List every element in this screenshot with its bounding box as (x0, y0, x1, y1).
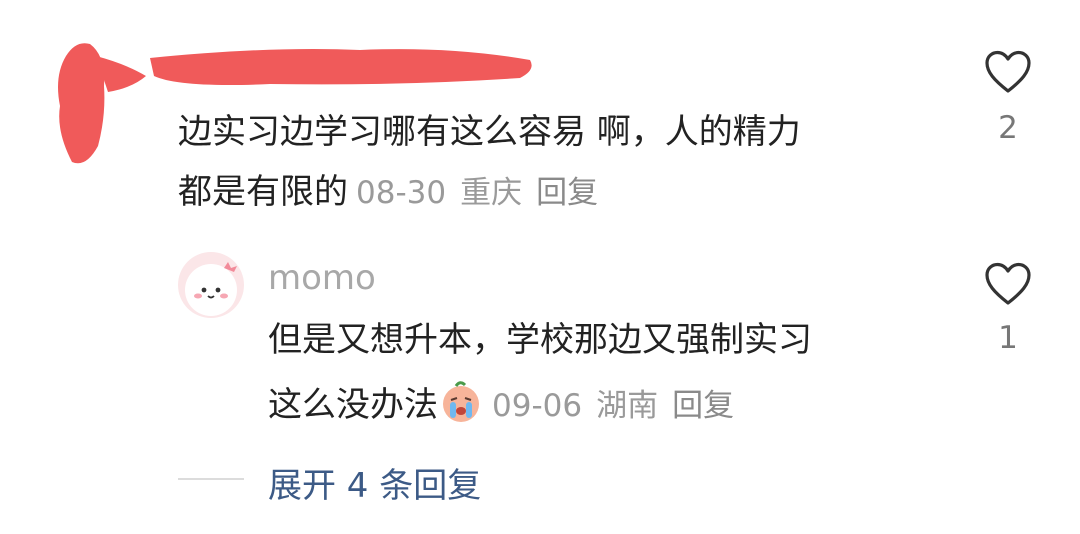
avatar-image (185, 262, 237, 316)
comment-text-line2: 都是有限的 (178, 172, 348, 212)
reply-text-line2-row: 这么没办法 09-06 湖南 回复 (268, 380, 734, 428)
reply-date: 09-06 (492, 388, 583, 424)
redacted-avatar (58, 43, 146, 164)
reply-like-count: 1 (998, 320, 1018, 356)
reply-text-line1: 但是又想升本，学校那边又强制实习 (268, 320, 812, 360)
reply-text-line2: 这么没办法 (268, 385, 438, 425)
divider (178, 478, 244, 480)
reply-location: 湖南 (596, 388, 659, 424)
comment-location: 重庆 (460, 175, 523, 211)
heart-icon[interactable] (984, 262, 1032, 306)
reply-reply-button[interactable]: 回复 (672, 388, 734, 424)
expand-replies-button[interactable]: 展开 4 条回复 (268, 458, 481, 507)
heart-icon[interactable] (984, 50, 1032, 94)
comment-date: 08-30 (356, 175, 447, 211)
comment-text-line1: 边实习边学习哪有这么容易 啊，人的精力 (178, 112, 801, 152)
comment-like-count: 2 (998, 110, 1018, 146)
crying-emoji-icon (443, 381, 479, 422)
comment-reply-button[interactable]: 回复 (536, 175, 598, 211)
redacted-username (150, 49, 532, 85)
comment-text-line2-row: 都是有限的 08-30 重庆 回复 (178, 170, 598, 215)
reply-username[interactable]: momo (268, 258, 376, 298)
avatar[interactable] (178, 252, 244, 318)
